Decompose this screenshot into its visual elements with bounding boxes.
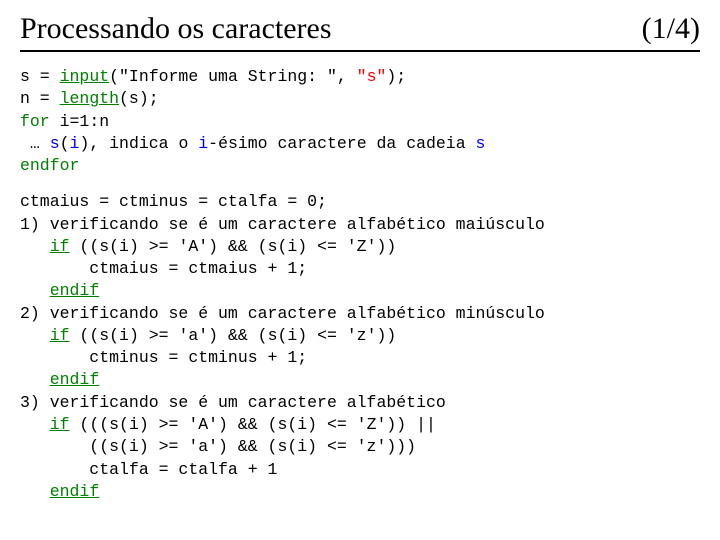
code-line: endif <box>20 482 99 501</box>
code-line: ctminus = ctminus + 1; <box>20 348 307 367</box>
slide-title: Processando os caracteres <box>20 12 332 46</box>
code-line: … s(i), indica o i-ésimo caractere da ca… <box>20 134 485 153</box>
code-line: for i=1:n <box>20 112 109 131</box>
code-line: 2) verificando se é um caractere alfabét… <box>20 304 545 323</box>
code-line: s = input("Informe uma String: ", "s"); <box>20 67 406 86</box>
var-i: i <box>198 134 208 153</box>
code-line: if ((s(i) >= 'A') && (s(i) <= 'Z')) <box>20 237 396 256</box>
code-line: ctalfa = ctalfa + 1 <box>20 460 277 479</box>
code-line: endif <box>20 281 99 300</box>
kw-endif: endif <box>50 370 100 389</box>
code-line: 3) verificando se é um caractere alfabét… <box>20 393 446 412</box>
slide: Processando os caracteres (1/4) s = inpu… <box>0 0 720 513</box>
code-line: n = length(s); <box>20 89 159 108</box>
code-line: ctmaius = ctmaius + 1; <box>20 259 307 278</box>
kw-endfor: endfor <box>20 156 79 175</box>
kw-if: if <box>50 415 70 434</box>
code-line: endif <box>20 370 99 389</box>
string-literal: "s" <box>357 67 387 86</box>
code-line: ((s(i) >= 'a') && (s(i) <= 'z'))) <box>20 437 416 456</box>
kw-endif: endif <box>50 281 100 300</box>
var-i: i <box>70 134 80 153</box>
code-line: ctmaius = ctminus = ctalfa = 0; <box>20 192 327 211</box>
slide-pager: (1/4) <box>642 12 700 46</box>
fn-input: input <box>60 67 110 86</box>
code-line: 1) verificando se é um caractere alfabét… <box>20 215 545 234</box>
kw-if: if <box>50 326 70 345</box>
code-block-1: s = input("Informe uma String: ", "s"); … <box>20 66 700 177</box>
fn-length: length <box>60 89 119 108</box>
code-block-2: ctmaius = ctminus = ctalfa = 0; 1) verif… <box>20 191 700 503</box>
code-line: if (((s(i) >= 'A') && (s(i) <= 'Z')) || <box>20 415 436 434</box>
var-s: s <box>50 134 60 153</box>
slide-header: Processando os caracteres (1/4) <box>20 12 700 52</box>
var-s: s <box>476 134 486 153</box>
code-line: endfor <box>20 156 79 175</box>
kw-for: for <box>20 112 50 131</box>
kw-if: if <box>50 237 70 256</box>
kw-endif: endif <box>50 482 100 501</box>
code-line: if ((s(i) >= 'a') && (s(i) <= 'z')) <box>20 326 396 345</box>
